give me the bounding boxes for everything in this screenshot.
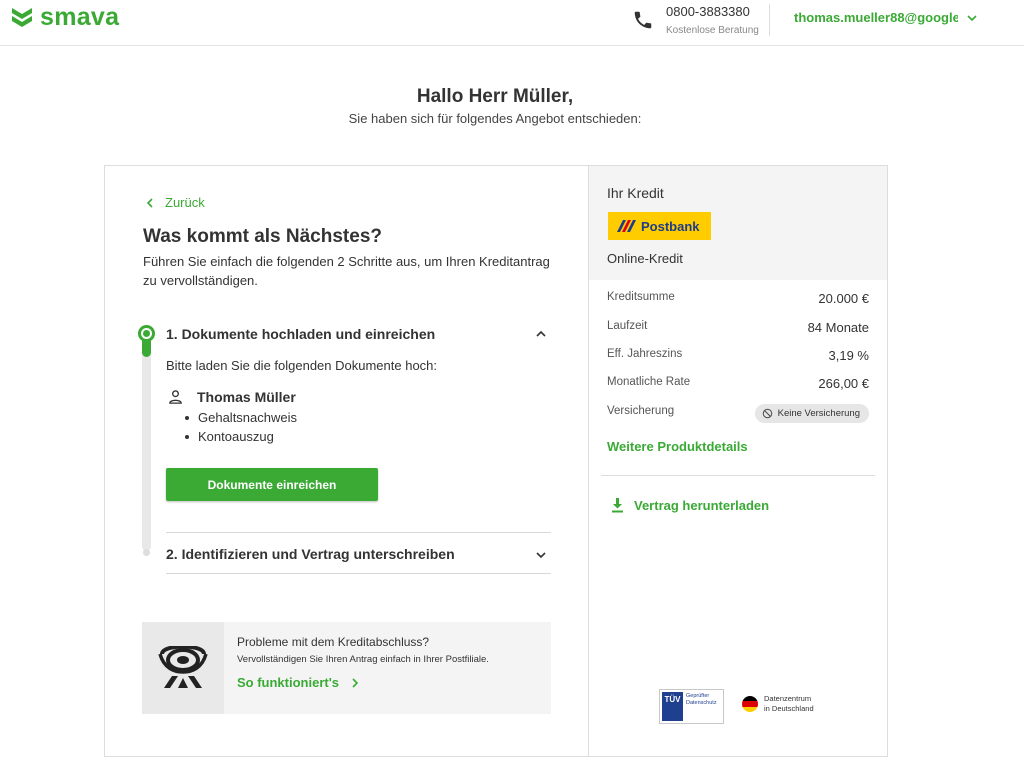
data-center-badge: Datenzentrum in Deutschland xyxy=(742,694,814,714)
greeting-title: Hallo Herr Müller, xyxy=(416,86,574,107)
insurance-value: Keine Versicherung xyxy=(777,408,860,419)
no-entry-icon xyxy=(762,408,772,419)
detail-label: Monatliche Rate xyxy=(607,376,691,388)
person-name: Thomas Müller xyxy=(197,389,296,405)
data-center-line2: in Deutschland xyxy=(764,704,814,713)
person-icon xyxy=(169,390,182,404)
account-menu[interactable]: thomas.mueller88@google... xyxy=(794,10,978,25)
detail-label: Kreditsumme xyxy=(607,291,675,303)
back-label: Zurück xyxy=(165,195,205,210)
how-it-works-label: So funktioniert's xyxy=(237,675,340,690)
detail-value: 84 Monate xyxy=(807,320,869,335)
logo-text: smava xyxy=(40,3,120,31)
detail-row: Kreditsumme 20.000 € xyxy=(607,291,869,311)
progress-dot-end xyxy=(143,549,150,556)
progress-dot-active xyxy=(138,325,155,342)
greeting-subtitle: Sie haben sich für folgendes Angebot ent… xyxy=(348,111,642,126)
detail-value: 3,19 % xyxy=(828,348,869,363)
post-banner-subtitle: Vervollständigen Sie Ihren Antrag einfac… xyxy=(237,654,489,665)
credit-summary-panel: Ihr Kredit Postbank Online-Kredit Kredit… xyxy=(588,166,887,756)
download-icon xyxy=(612,498,623,513)
document-list: Gehaltsnachweis Kontoauszug xyxy=(183,408,297,446)
detail-value: 266,00 € xyxy=(818,376,869,391)
insurance-row: Versicherung Keine Versicherung xyxy=(607,404,869,425)
step1-title[interactable]: 1. Dokumente hochladen und einreichen xyxy=(166,326,435,342)
postbank-logo: Postbank xyxy=(608,212,711,240)
chevron-left-icon xyxy=(146,197,153,208)
phone-number: 0800-3883380 xyxy=(666,4,750,19)
insurance-badge: Keine Versicherung xyxy=(754,404,869,423)
data-center-text: Datenzentrum in Deutschland xyxy=(764,694,814,714)
post-horn-icon xyxy=(158,646,208,688)
offer-card: Zurück Was kommt als Nächstes? Führen Si… xyxy=(104,165,888,757)
product-details-link[interactable]: Weitere Produktdetails xyxy=(607,439,748,454)
chevron-right-icon xyxy=(352,677,359,688)
list-item: Gehaltsnachweis xyxy=(183,408,297,427)
detail-label: Eff. Jahreszins xyxy=(607,348,683,360)
progress-track xyxy=(142,331,151,551)
detail-label: Laufzeit xyxy=(607,320,648,332)
post-logo-area xyxy=(142,622,224,714)
next-steps-title: Was kommt als Nächstes? xyxy=(143,226,382,247)
tuev-logo: TÜV xyxy=(662,692,683,721)
phone-contact[interactable]: 0800-3883380 Kostenlose Beratung xyxy=(632,4,759,38)
post-office-banner: Probleme mit dem Kreditabschluss? Vervol… xyxy=(142,622,551,714)
download-contract-link[interactable]: Vertrag herunterladen xyxy=(611,498,769,513)
detail-value: 20.000 € xyxy=(818,291,869,306)
chevron-down-icon xyxy=(967,14,977,21)
next-steps-description: Führen Sie einfach die folgenden 2 Schri… xyxy=(143,254,550,288)
tuev-seal: TÜV Geprüfter Datenschutz xyxy=(659,689,724,724)
phone-subtitle: Kostenlose Beratung xyxy=(666,25,759,36)
divider xyxy=(166,573,551,574)
header-divider xyxy=(769,4,770,36)
list-item: Kontoauszug xyxy=(183,427,297,446)
phone-icon xyxy=(634,11,652,29)
account-email: thomas.mueller88@google... xyxy=(794,10,958,25)
divider xyxy=(601,475,875,476)
smava-logo-icon xyxy=(12,8,32,27)
chevron-down-icon[interactable] xyxy=(535,549,547,561)
credit-header: Ihr Kredit Postbank Online-Kredit xyxy=(589,166,887,280)
submit-documents-button[interactable]: Dokumente einreichen xyxy=(166,468,378,501)
tuev-text: Geprüfter Datenschutz xyxy=(686,693,717,706)
bank-name: Postbank xyxy=(641,218,700,234)
person-header: Thomas Müller xyxy=(168,389,296,405)
post-banner-title: Probleme mit dem Kreditabschluss? xyxy=(237,635,430,649)
german-flag-icon xyxy=(742,696,758,712)
chevron-up-icon[interactable] xyxy=(535,328,547,340)
how-it-works-link[interactable]: So funktioniert's xyxy=(237,675,359,690)
detail-row: Eff. Jahreszins 3,19 % xyxy=(607,348,869,368)
detail-row: Laufzeit 84 Monate xyxy=(607,320,869,340)
product-name: Online-Kredit xyxy=(607,251,683,266)
next-steps-panel: Zurück Was kommt als Nächstes? Führen Si… xyxy=(105,166,588,756)
step2-title[interactable]: 2. Identifizieren und Vertrag unterschre… xyxy=(166,546,455,562)
top-bar: smava 0800-3883380 Kostenlose Beratung t… xyxy=(0,0,1024,46)
postbank-logo-icon xyxy=(617,220,636,232)
download-contract-label: Vertrag herunterladen xyxy=(634,498,770,513)
detail-row: Monatliche Rate 266,00 € xyxy=(607,376,869,396)
divider xyxy=(166,532,551,533)
step1-instruction: Bitte laden Sie die folgenden Dokumente … xyxy=(166,358,438,373)
insurance-label: Versicherung xyxy=(607,405,675,417)
credit-title: Ihr Kredit xyxy=(607,185,664,201)
smava-logo[interactable]: smava xyxy=(10,3,120,31)
back-link[interactable]: Zurück xyxy=(145,195,205,210)
data-center-line1: Datenzentrum xyxy=(764,694,812,703)
